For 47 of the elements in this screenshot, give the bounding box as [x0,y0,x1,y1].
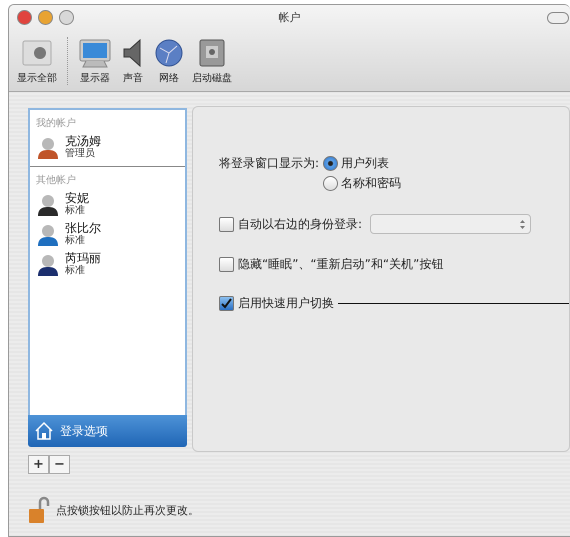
grid-panel-icon [21,38,53,68]
lock-message: 点按锁按钮以防止再次更改。 [56,502,199,518]
toolbar-item[interactable]: 声音 [116,38,150,85]
group-heading: 我的帐户 [36,116,77,130]
account-name: 芮玛丽 [65,251,101,265]
account-item[interactable]: 安妮 标准 [36,189,185,219]
checkbox-label: 自动以右边的身份登录: [238,216,362,232]
account-role: 标准 [65,235,86,247]
toolbar-item[interactable]: 显示器 [74,38,116,85]
add-button[interactable]: + [28,455,49,474]
toolbar-item[interactable]: 启动磁盘 [188,38,236,85]
monitor-icon [78,38,112,68]
zoom-button[interactable] [59,10,74,24]
checkbox-label: 隐藏“睡眠”、“重新启动”和“关机”按钮 [238,256,444,273]
display-as-label: 将登录窗口显示为: [219,155,320,172]
house-icon [34,421,54,441]
radio-option[interactable]: 用户列表 [323,155,402,172]
group-heading: 其他帐户 [36,174,77,187]
toolbar-item[interactable]: 显示全部 [13,38,61,85]
toolbar-toggle-button[interactable] [547,12,569,24]
account-role: 管理员 [65,148,96,160]
checkbox-label: 启用快速用户切换 [238,295,334,312]
account-name: 克汤姆 [65,134,101,148]
avatar-icon [36,192,60,216]
minimize-button[interactable] [38,10,53,24]
account-role: 标准 [65,205,86,217]
checkbox[interactable] [219,296,234,311]
globe-icon [154,38,184,68]
account-name: 张比尔 [65,221,101,235]
account-item[interactable]: 张比尔 标准 [36,219,185,249]
checkbox[interactable] [219,257,234,272]
radio-option[interactable]: 名称和密码 [323,175,402,192]
account-item[interactable]: 芮玛丽 标准 [36,249,185,279]
account-item[interactable]: 克汤姆 管理员 [36,132,185,162]
stepper-arrows-icon [519,218,526,230]
account-role: 标准 [65,265,86,277]
window-title: 帐户 [278,10,300,25]
checkbox[interactable] [219,216,234,232]
avatar-icon [36,135,60,159]
toolbar-item[interactable]: 网络 [150,38,188,85]
padlock-icon [28,496,50,524]
account-name: 安妮 [65,191,89,205]
avatar-icon [36,252,60,276]
login-options-item[interactable]: 登录选项 [28,415,187,447]
remove-button[interactable]: − [49,455,70,474]
close-button[interactable] [17,10,32,24]
avatar-icon [36,222,60,246]
